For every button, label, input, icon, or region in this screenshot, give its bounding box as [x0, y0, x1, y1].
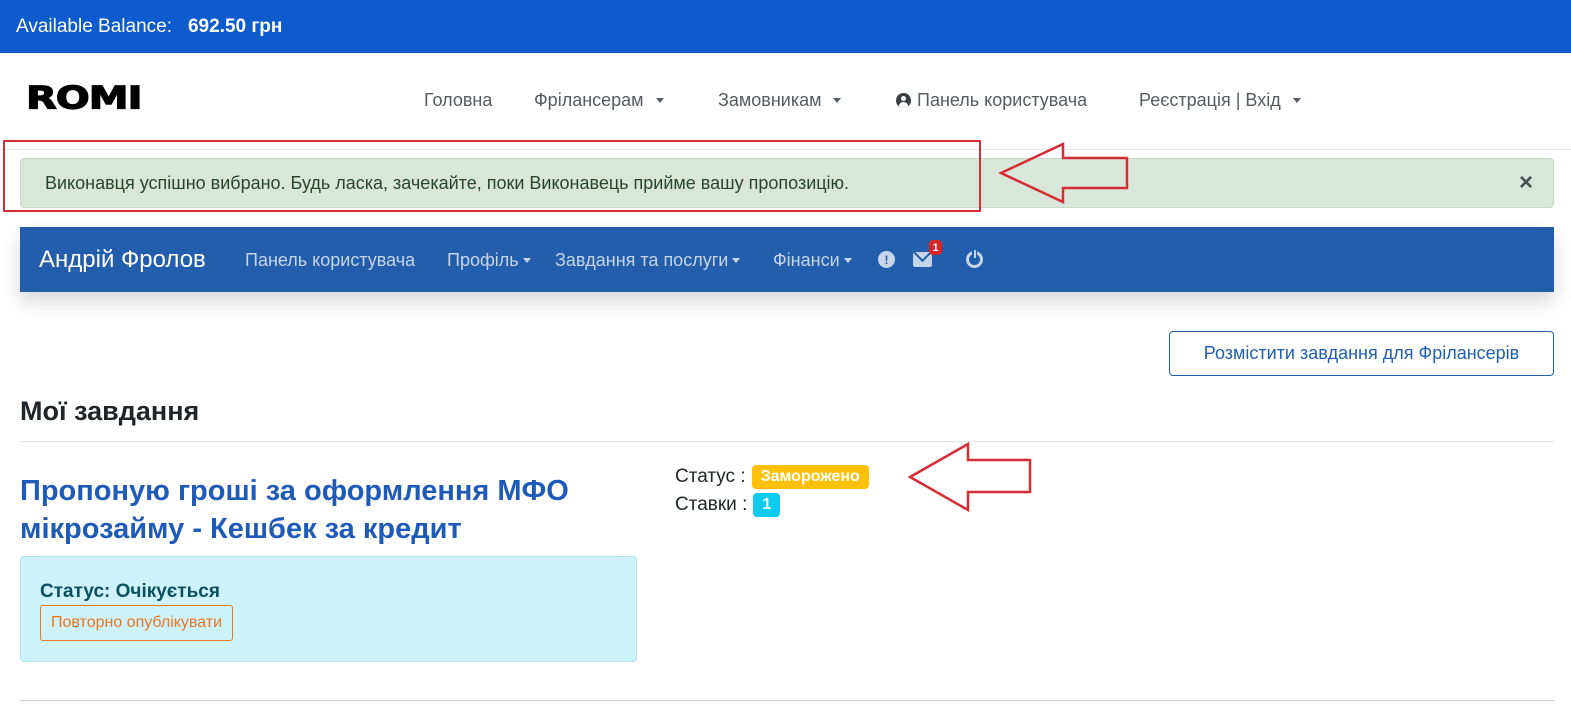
task-status-card: Статус: Очікується Повторно опублікувати [20, 556, 637, 662]
user-navbar: Андрій Фролов Панель користувача Профіль… [20, 227, 1554, 292]
user-circle-icon [896, 93, 911, 108]
user-nav-dashboard[interactable]: Панель користувача [245, 250, 415, 271]
balance-amount: 692.50 грн [187, 15, 283, 37]
arrow-left-annotation [999, 142, 1129, 204]
card-status-label: Статус: Очікується [40, 581, 220, 602]
bids-count-badge: 1 [753, 493, 781, 517]
nav-user-panel[interactable]: Панель користувача [896, 90, 1087, 111]
envelope-icon[interactable] [913, 252, 932, 267]
nav-auth-label: Реєстрація | Вхід [1139, 90, 1281, 110]
user-nav-finance-dropdown[interactable]: Фінанси [773, 250, 852, 271]
republish-button[interactable]: Повторно опублікувати [40, 605, 234, 641]
nav-auth-dropdown[interactable]: Реєстрація | Вхід [1139, 90, 1301, 111]
balance-label: Available Balance: [16, 15, 172, 37]
status-label: Статус : [675, 466, 746, 487]
caret-down-icon [655, 98, 664, 103]
nav-freelancers-label: Фрілансерам [534, 90, 644, 110]
divider [20, 700, 1554, 701]
page-title: Мої завдання [20, 396, 200, 426]
annotation-highlight-box [3, 140, 981, 212]
nav-user-panel-label: Панель користувача [917, 90, 1088, 110]
task-title-link[interactable]: Пропоную гроші за оформлення МФО мікроза… [20, 472, 640, 548]
nav-freelancers-dropdown[interactable]: Фрілансерам [534, 90, 664, 111]
messages-count-badge: 1 [929, 240, 942, 255]
power-icon[interactable] [966, 249, 983, 268]
user-nav-profile-dropdown[interactable]: Профіль [447, 250, 531, 271]
divider [20, 441, 1554, 442]
user-nav-tasks-label: Завдання та послуги [555, 250, 729, 270]
arrow-left-annotation [908, 442, 1032, 512]
task-bids-row: Ставки : 1 [675, 493, 781, 517]
user-nav-finance-label: Фінанси [773, 250, 840, 270]
romi-logo[interactable]: ROMI [25, 82, 143, 114]
nav-home[interactable]: Головна [424, 90, 492, 111]
info-icon[interactable]: ! [878, 251, 895, 268]
user-nav-profile-label: Профіль [447, 250, 519, 270]
balance-bar: Available Balance: 692.50 грн [0, 0, 1571, 53]
caret-down-icon [1292, 98, 1301, 103]
close-icon[interactable]: × [1519, 169, 1533, 197]
caret-down-icon [732, 258, 741, 263]
task-status-row: Статус : Заморожено [675, 465, 869, 489]
caret-down-icon [833, 98, 842, 103]
caret-down-icon [843, 258, 852, 263]
nav-customers-label: Замовникам [718, 90, 822, 110]
top-navbar: ROMI Головна Фрілансерам Замовникам Пане… [0, 53, 1571, 150]
post-task-button[interactable]: Розмістити завдання для Фрілансерів [1169, 331, 1554, 376]
bids-label: Ставки : [675, 494, 748, 515]
nav-home-label: Головна [424, 90, 493, 110]
status-badge: Заморожено [751, 465, 869, 489]
user-name[interactable]: Андрій Фролов [39, 246, 206, 274]
nav-customers-dropdown[interactable]: Замовникам [718, 90, 842, 111]
caret-down-icon [522, 258, 531, 263]
user-nav-tasks-dropdown[interactable]: Завдання та послуги [555, 250, 741, 271]
user-nav-dashboard-label: Панель користувача [245, 250, 416, 270]
